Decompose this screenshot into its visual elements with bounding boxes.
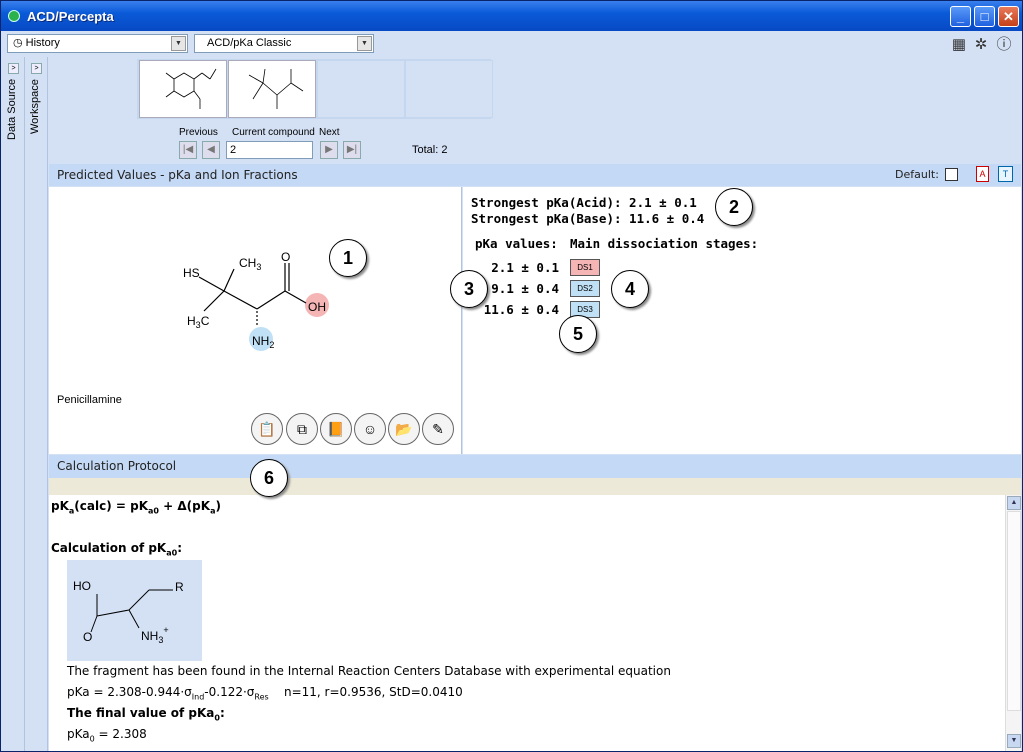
thumbnail-strip xyxy=(137,59,493,119)
callout-2: 2 xyxy=(715,188,753,226)
title-bar[interactable]: ACD/Percepta _ □ ✕ xyxy=(1,1,1022,31)
previous-label: Previous xyxy=(179,127,218,138)
minimize-button[interactable]: _ xyxy=(950,6,971,27)
default-checkbox[interactable] xyxy=(945,168,958,181)
current-compound-input[interactable]: 2 xyxy=(226,141,313,159)
pdf-icon[interactable]: A xyxy=(976,166,989,182)
stages-header: Main dissociation stages: xyxy=(570,236,759,251)
workspace-label: Workspace xyxy=(29,79,41,134)
callout-5: 5 xyxy=(559,315,597,353)
next-button[interactable]: ▶ xyxy=(320,141,338,159)
protocol-scrollbar[interactable]: ▲ ▼ xyxy=(1005,495,1021,751)
fragment-r: R xyxy=(175,580,184,594)
compound-thumbnail-2[interactable] xyxy=(228,60,316,118)
app-window: ACD/Percepta _ □ ✕ ◷ History ▼ ACD/pKa C… xyxy=(0,0,1023,752)
compound-name: Penicillamine xyxy=(57,394,122,406)
history-dropdown[interactable]: ◷ History ▼ xyxy=(7,34,188,53)
fragment-ho: HO xyxy=(73,579,91,593)
predicted-values-title: Predicted Values - pKa and Ion Fractions xyxy=(57,168,298,182)
molecule-thumbnail-icon xyxy=(165,68,217,109)
dissociation-stage-1[interactable]: DS1 xyxy=(570,259,600,276)
first-button[interactable]: |◀ xyxy=(179,141,197,159)
experimental-equation: pKa = 2.308-0.944·σInd-0.122·σRes n=11, … xyxy=(67,685,463,702)
window-title: ACD/Percepta xyxy=(27,9,114,24)
gear-icon[interactable]: ✲ xyxy=(972,36,990,54)
h3c-label: H3C xyxy=(187,314,210,330)
molecule-structure: HS CH3 H3C O OH NH2 xyxy=(183,250,329,351)
pka-value-2: 9.1 ± 0.4 xyxy=(491,281,559,296)
fragment-found-text: The fragment has been found in the Inter… xyxy=(67,664,671,678)
strongest-acid: Strongest pKa(Acid): 2.1 ± 0.1 xyxy=(471,195,697,210)
next-label: Next xyxy=(319,127,340,138)
scroll-up-icon[interactable]: ▲ xyxy=(1007,496,1021,510)
module-label: ACD/pKa Classic xyxy=(207,37,292,49)
module-dropdown[interactable]: ACD/pKa Classic ▼ xyxy=(194,34,374,53)
open-folder-icon[interactable]: 📂 xyxy=(388,413,420,445)
molecule-thumbnail-icon xyxy=(248,68,304,109)
final-value-result: pKa0 = 2.308 xyxy=(67,727,147,744)
compound-browser: Previous Current compound Next |◀ ◀ 2 ▶ … xyxy=(49,57,1021,165)
ch3-label: CH3 xyxy=(239,256,261,272)
calculator-icon[interactable]: ▦ xyxy=(950,36,968,54)
clock-icon: ◷ xyxy=(13,37,26,49)
current-compound-label: Current compound xyxy=(232,127,315,138)
callout-6: 6 xyxy=(250,459,288,497)
data-source-label: Data Source xyxy=(6,79,18,141)
dissociation-stage-2[interactable]: DS2 xyxy=(570,280,600,297)
previous-button[interactable]: ◀ xyxy=(202,141,220,159)
total-count: Total: 2 xyxy=(412,144,448,156)
main-toolbar: ◷ History ▼ ACD/pKa Classic ▼ ▦ ✲ ⓘ xyxy=(1,31,1022,57)
workspace-panel-tab[interactable]: > Workspace xyxy=(26,57,48,751)
calculation-protocol-content: pKa(calc) = pKa0 + Δ(pKa) Calculation of… xyxy=(49,495,1005,751)
paste-icon[interactable]: 📋 xyxy=(251,413,283,445)
pka-value-1: 2.1 ± 0.1 xyxy=(491,260,559,275)
pka-results-pane: Strongest pKa(Acid): 2.1 ± 0.1 Strongest… xyxy=(463,187,1021,454)
fragment-structure: HO R O NH3+ xyxy=(67,560,202,661)
copy-icon[interactable]: ⧉ xyxy=(286,413,318,445)
empty-thumbnail-slot xyxy=(405,60,493,118)
calculation-protocol-header: Calculation Protocol xyxy=(49,455,1021,478)
hs-label: HS xyxy=(183,266,200,280)
last-button[interactable]: ▶| xyxy=(343,141,361,159)
carbonyl-o-label: O xyxy=(281,250,290,264)
default-label: Default: xyxy=(895,168,939,181)
structure-pane: HS CH3 H3C O OH NH2 Penicillamine 📋 ⧉ 📙 … xyxy=(49,187,462,454)
oh-label: OH xyxy=(308,300,326,314)
edit-pencil-icon[interactable]: ✎ xyxy=(422,413,454,445)
main-equation: pKa(calc) = pKa0 + Δ(pKa) xyxy=(51,499,221,516)
close-button[interactable]: ✕ xyxy=(998,6,1019,27)
copy-text-icon[interactable]: T xyxy=(998,166,1013,182)
callout-1: 1 xyxy=(329,239,367,277)
strongest-base: Strongest pKa(Base): 11.6 ± 0.4 xyxy=(471,211,705,226)
info-icon[interactable]: ⓘ xyxy=(995,36,1013,54)
calculation-of-heading: Calculation of pKa0: xyxy=(51,541,183,558)
fragment-molecule-icon: HO R O NH3+ xyxy=(73,579,184,645)
fragment-o: O xyxy=(83,630,92,644)
pka-value-3: 11.6 ± 0.4 xyxy=(483,302,559,317)
book-icon[interactable]: 📙 xyxy=(320,413,352,445)
protocol-toolbar xyxy=(49,478,1021,495)
callout-3: 3 xyxy=(450,270,488,308)
chevron-down-icon[interactable]: ▼ xyxy=(357,36,372,51)
calculation-protocol-title: Calculation Protocol xyxy=(57,459,177,473)
expand-icon[interactable]: > xyxy=(8,63,19,74)
fragment-nh3: NH3+ xyxy=(141,625,169,645)
maximize-button[interactable]: □ xyxy=(974,6,995,27)
final-value-heading: The final value of pKa0: xyxy=(67,706,225,723)
callout-4: 4 xyxy=(611,270,649,308)
compound-thumbnail-1[interactable] xyxy=(139,60,227,118)
scroll-down-icon[interactable]: ▼ xyxy=(1007,734,1021,748)
expand-icon[interactable]: > xyxy=(31,63,42,74)
smiley-icon[interactable]: ☺ xyxy=(354,413,386,445)
empty-thumbnail-slot xyxy=(317,60,405,118)
pka-values-header: pKa values: xyxy=(475,236,558,251)
scroll-thumb[interactable] xyxy=(1007,511,1021,711)
predicted-values-header: Predicted Values - pKa and Ion Fractions… xyxy=(49,164,1021,186)
app-icon xyxy=(8,10,20,22)
chevron-down-icon[interactable]: ▼ xyxy=(171,36,186,51)
data-source-panel-tab[interactable]: > Data Source xyxy=(3,57,25,751)
history-label: History xyxy=(25,37,60,49)
